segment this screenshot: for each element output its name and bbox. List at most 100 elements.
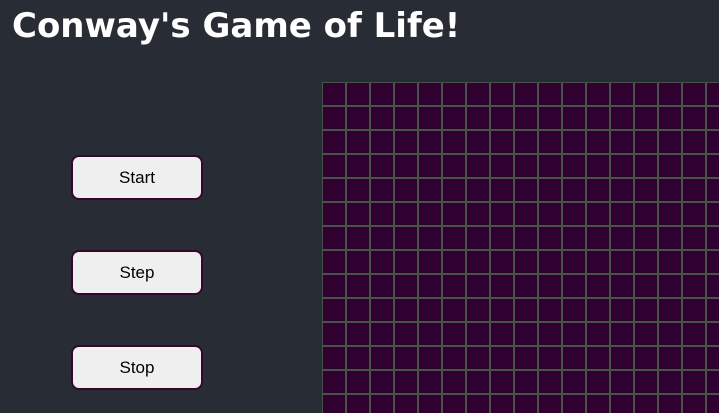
- grid-cell[interactable]: [370, 370, 394, 394]
- grid-cell[interactable]: [442, 106, 466, 130]
- grid-cell[interactable]: [322, 346, 346, 370]
- grid-cell[interactable]: [514, 154, 538, 178]
- grid-cell[interactable]: [610, 394, 634, 413]
- grid-cell[interactable]: [442, 226, 466, 250]
- grid-cell[interactable]: [514, 250, 538, 274]
- grid-cell[interactable]: [394, 250, 418, 274]
- grid-cell[interactable]: [538, 370, 562, 394]
- grid-cell[interactable]: [706, 274, 719, 298]
- grid-cell[interactable]: [586, 322, 610, 346]
- grid-cell[interactable]: [514, 202, 538, 226]
- grid-cell[interactable]: [538, 82, 562, 106]
- grid-cell[interactable]: [322, 226, 346, 250]
- grid-cell[interactable]: [586, 82, 610, 106]
- grid-cell[interactable]: [682, 178, 706, 202]
- grid-cell[interactable]: [442, 250, 466, 274]
- grid-cell[interactable]: [442, 298, 466, 322]
- grid-cell[interactable]: [490, 250, 514, 274]
- grid-cell[interactable]: [706, 178, 719, 202]
- grid-cell[interactable]: [322, 274, 346, 298]
- grid-cell[interactable]: [706, 226, 719, 250]
- grid-cell[interactable]: [322, 178, 346, 202]
- grid-cell[interactable]: [682, 106, 706, 130]
- grid-cell[interactable]: [610, 250, 634, 274]
- grid-cell[interactable]: [538, 226, 562, 250]
- grid-cell[interactable]: [634, 154, 658, 178]
- grid-cell[interactable]: [394, 346, 418, 370]
- grid-cell[interactable]: [394, 154, 418, 178]
- grid-cell[interactable]: [634, 178, 658, 202]
- grid-cell[interactable]: [466, 346, 490, 370]
- grid-cell[interactable]: [538, 274, 562, 298]
- grid-cell[interactable]: [586, 178, 610, 202]
- grid-cell[interactable]: [706, 202, 719, 226]
- grid-cell[interactable]: [538, 154, 562, 178]
- grid-cell[interactable]: [538, 346, 562, 370]
- grid-cell[interactable]: [418, 394, 442, 413]
- grid-cell[interactable]: [562, 298, 586, 322]
- grid-cell[interactable]: [562, 226, 586, 250]
- grid-cell[interactable]: [658, 154, 682, 178]
- grid-cell[interactable]: [442, 178, 466, 202]
- grid-cell[interactable]: [418, 226, 442, 250]
- grid-cell[interactable]: [346, 346, 370, 370]
- grid-cell[interactable]: [322, 370, 346, 394]
- grid-cell[interactable]: [466, 154, 490, 178]
- grid-cell[interactable]: [418, 250, 442, 274]
- grid-cell[interactable]: [538, 250, 562, 274]
- grid-cell[interactable]: [658, 178, 682, 202]
- grid-cell[interactable]: [370, 130, 394, 154]
- grid-cell[interactable]: [346, 154, 370, 178]
- grid-cell[interactable]: [586, 130, 610, 154]
- grid-cell[interactable]: [394, 274, 418, 298]
- grid-cell[interactable]: [634, 298, 658, 322]
- grid-cell[interactable]: [562, 250, 586, 274]
- grid-cell[interactable]: [658, 322, 682, 346]
- grid-cell[interactable]: [538, 202, 562, 226]
- grid-cell[interactable]: [562, 154, 586, 178]
- grid-cell[interactable]: [586, 298, 610, 322]
- grid-cell[interactable]: [682, 298, 706, 322]
- grid-cell[interactable]: [466, 370, 490, 394]
- grid-cell[interactable]: [418, 154, 442, 178]
- grid-cell[interactable]: [514, 298, 538, 322]
- grid-cell[interactable]: [538, 178, 562, 202]
- grid-cell[interactable]: [490, 226, 514, 250]
- grid-cell[interactable]: [538, 106, 562, 130]
- grid-cell[interactable]: [346, 274, 370, 298]
- grid-cell[interactable]: [658, 346, 682, 370]
- grid-cell[interactable]: [442, 130, 466, 154]
- grid-cell[interactable]: [682, 394, 706, 413]
- grid-cell[interactable]: [490, 130, 514, 154]
- grid-cell[interactable]: [706, 346, 719, 370]
- grid-cell[interactable]: [586, 274, 610, 298]
- grid-cell[interactable]: [634, 130, 658, 154]
- grid-cell[interactable]: [562, 322, 586, 346]
- grid-cell[interactable]: [538, 322, 562, 346]
- grid-cell[interactable]: [466, 130, 490, 154]
- grid-cell[interactable]: [610, 226, 634, 250]
- start-button[interactable]: Start: [71, 155, 203, 200]
- grid-cell[interactable]: [418, 274, 442, 298]
- grid-cell[interactable]: [682, 274, 706, 298]
- grid-cell[interactable]: [442, 370, 466, 394]
- grid-cell[interactable]: [610, 106, 634, 130]
- grid-cell[interactable]: [682, 322, 706, 346]
- grid-cell[interactable]: [322, 250, 346, 274]
- grid-cell[interactable]: [634, 82, 658, 106]
- step-button[interactable]: Step: [71, 250, 203, 295]
- grid-cell[interactable]: [586, 154, 610, 178]
- grid-cell[interactable]: [394, 130, 418, 154]
- grid-cell[interactable]: [610, 274, 634, 298]
- grid-cell[interactable]: [322, 154, 346, 178]
- grid-cell[interactable]: [490, 82, 514, 106]
- grid-cell[interactable]: [322, 298, 346, 322]
- grid-cell[interactable]: [346, 82, 370, 106]
- grid-cell[interactable]: [346, 178, 370, 202]
- grid-cell[interactable]: [610, 154, 634, 178]
- grid-cell[interactable]: [418, 130, 442, 154]
- grid-cell[interactable]: [634, 370, 658, 394]
- grid-cell[interactable]: [490, 346, 514, 370]
- grid-cell[interactable]: [346, 394, 370, 413]
- grid-cell[interactable]: [658, 106, 682, 130]
